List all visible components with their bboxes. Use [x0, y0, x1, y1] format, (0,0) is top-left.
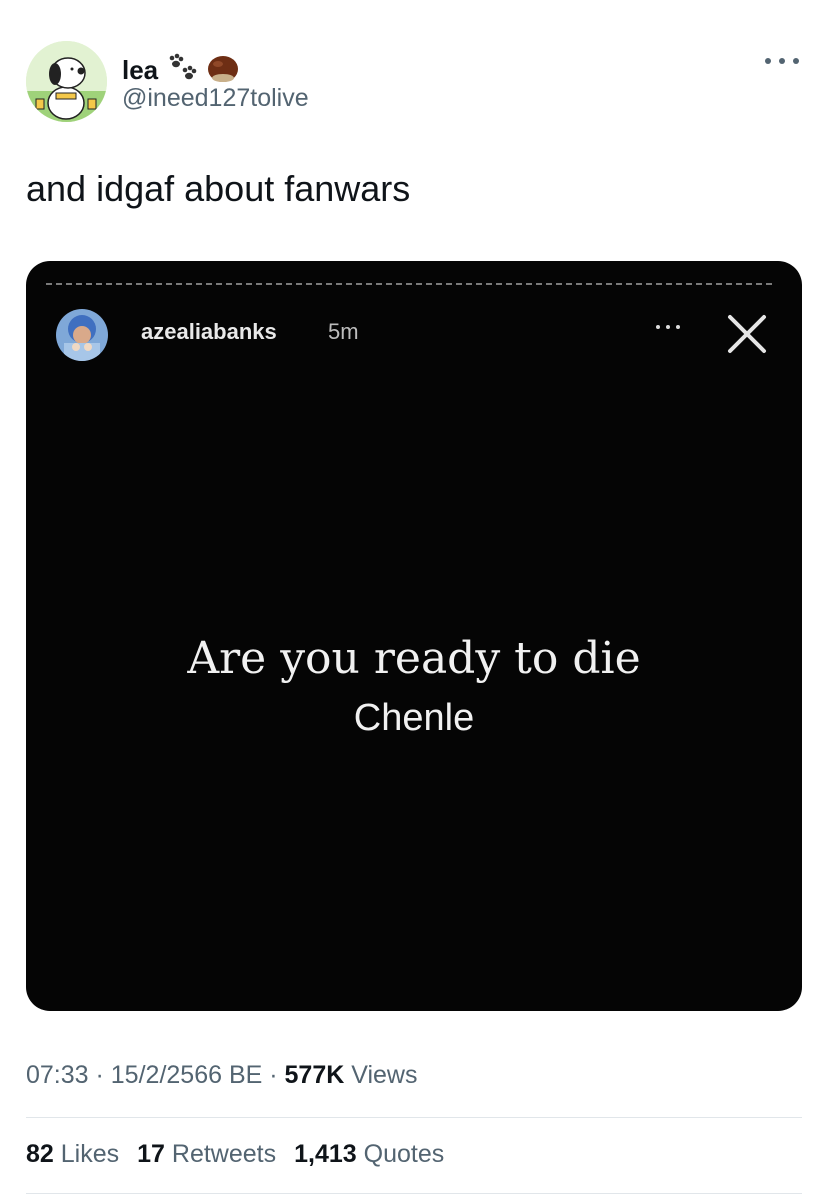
tweet-meta: 07:33 · 15/2/2566 BE · 577K Views: [26, 1061, 417, 1090]
divider: [26, 1117, 802, 1118]
retweets-count: 17: [137, 1140, 165, 1168]
likes-link[interactable]: 82 Likes: [26, 1140, 119, 1168]
handle[interactable]: @ineed127tolive: [122, 84, 309, 113]
tweet-time[interactable]: 07:33: [26, 1061, 89, 1089]
story-text-line1: Are you ready to die: [187, 633, 641, 684]
quotes-link[interactable]: 1,413 Quotes: [294, 1140, 444, 1168]
story-progress-bar: [46, 283, 772, 285]
meta-separator: ·: [262, 1061, 285, 1089]
story-time: 5m: [328, 319, 359, 344]
more-options-icon[interactable]: [765, 54, 799, 68]
avatar[interactable]: [26, 41, 107, 122]
tweet-date[interactable]: 15/2/2566 BE: [111, 1061, 263, 1089]
likes-count: 82: [26, 1140, 54, 1168]
views-label: Views: [351, 1061, 418, 1089]
close-icon: [724, 311, 770, 357]
engagement-stats: 82 Likes 17 Retweets 1,413 Quotes: [26, 1140, 444, 1169]
paw-prints-icon: [166, 53, 198, 88]
story-avatar: [56, 309, 108, 361]
tweet-text: and idgaf about fanwars: [26, 168, 411, 209]
quotes-label: Quotes: [363, 1140, 445, 1168]
tweet-media[interactable]: azealiabanks 5m Are you ready to die Che…: [26, 261, 802, 1011]
divider: [26, 1193, 802, 1194]
retweets-label: Retweets: [171, 1140, 277, 1168]
story-more-icon: [656, 323, 680, 331]
retweets-link[interactable]: 17 Retweets: [137, 1140, 276, 1168]
story-text-line2: Chenle: [353, 697, 475, 739]
likes-label: Likes: [60, 1140, 120, 1168]
views-count: 577K: [284, 1061, 345, 1089]
display-name-text: lea: [122, 55, 159, 85]
meta-separator: ·: [88, 1061, 111, 1089]
story-username: azealiabanks: [141, 319, 277, 344]
quotes-count: 1,413: [294, 1140, 357, 1168]
